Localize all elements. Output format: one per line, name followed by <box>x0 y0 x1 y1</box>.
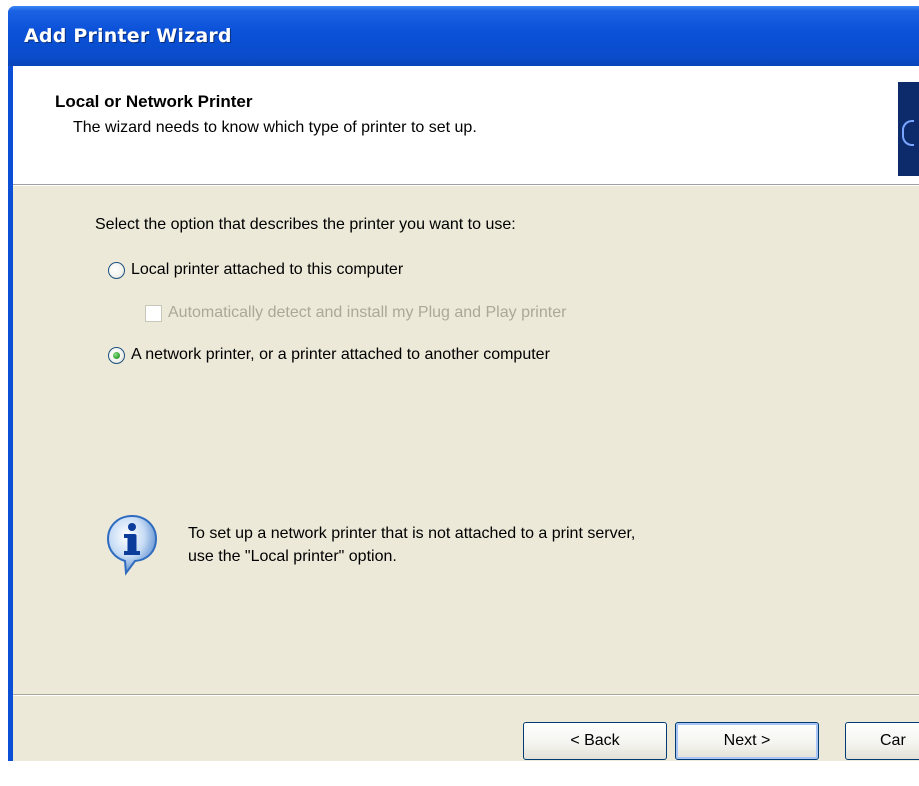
add-printer-wizard-window: Add Printer Wizard Local or Network Prin… <box>8 6 919 761</box>
network-printer-label[interactable]: A network printer, or a printer attached… <box>131 346 550 364</box>
title-bar[interactable]: Add Printer Wizard <box>8 6 919 66</box>
auto-detect-checkbox <box>145 304 162 322</box>
auto-detect-option: Automatically detect and install my Plug… <box>145 304 566 322</box>
printer-banner-glyph <box>902 120 914 146</box>
back-button[interactable]: < Back <box>523 722 667 760</box>
local-printer-option[interactable]: Local printer attached to this computer <box>108 261 403 279</box>
header-divider <box>13 185 919 186</box>
local-printer-label[interactable]: Local printer attached to this computer <box>131 261 403 279</box>
selection-prompt: Select the option that describes the pri… <box>95 216 516 233</box>
page-title: Local or Network Printer <box>55 92 253 111</box>
page-subtitle: The wizard needs to know which type of p… <box>73 119 477 136</box>
info-message: To set up a network printer that is not … <box>188 522 635 568</box>
wizard-client-area: Local or Network Printer The wizard need… <box>13 66 919 761</box>
cancel-button[interactable]: Car <box>845 722 919 760</box>
wizard-header: Local or Network Printer The wizard need… <box>13 66 919 185</box>
next-button[interactable]: Next > <box>675 722 819 760</box>
footer-divider-highlight <box>13 695 919 696</box>
info-message-line1: To set up a network printer that is not … <box>188 525 636 542</box>
local-printer-radio[interactable] <box>108 261 125 279</box>
auto-detect-label: Automatically detect and install my Plug… <box>168 304 567 321</box>
info-icon <box>106 514 158 576</box>
info-message-line2: use the "Local printer" option. <box>188 548 397 565</box>
window-title: Add Printer Wizard <box>24 25 232 47</box>
network-printer-radio[interactable] <box>108 346 125 364</box>
wizard-banner-icon <box>898 82 919 176</box>
network-printer-option[interactable]: A network printer, or a printer attached… <box>108 346 550 364</box>
